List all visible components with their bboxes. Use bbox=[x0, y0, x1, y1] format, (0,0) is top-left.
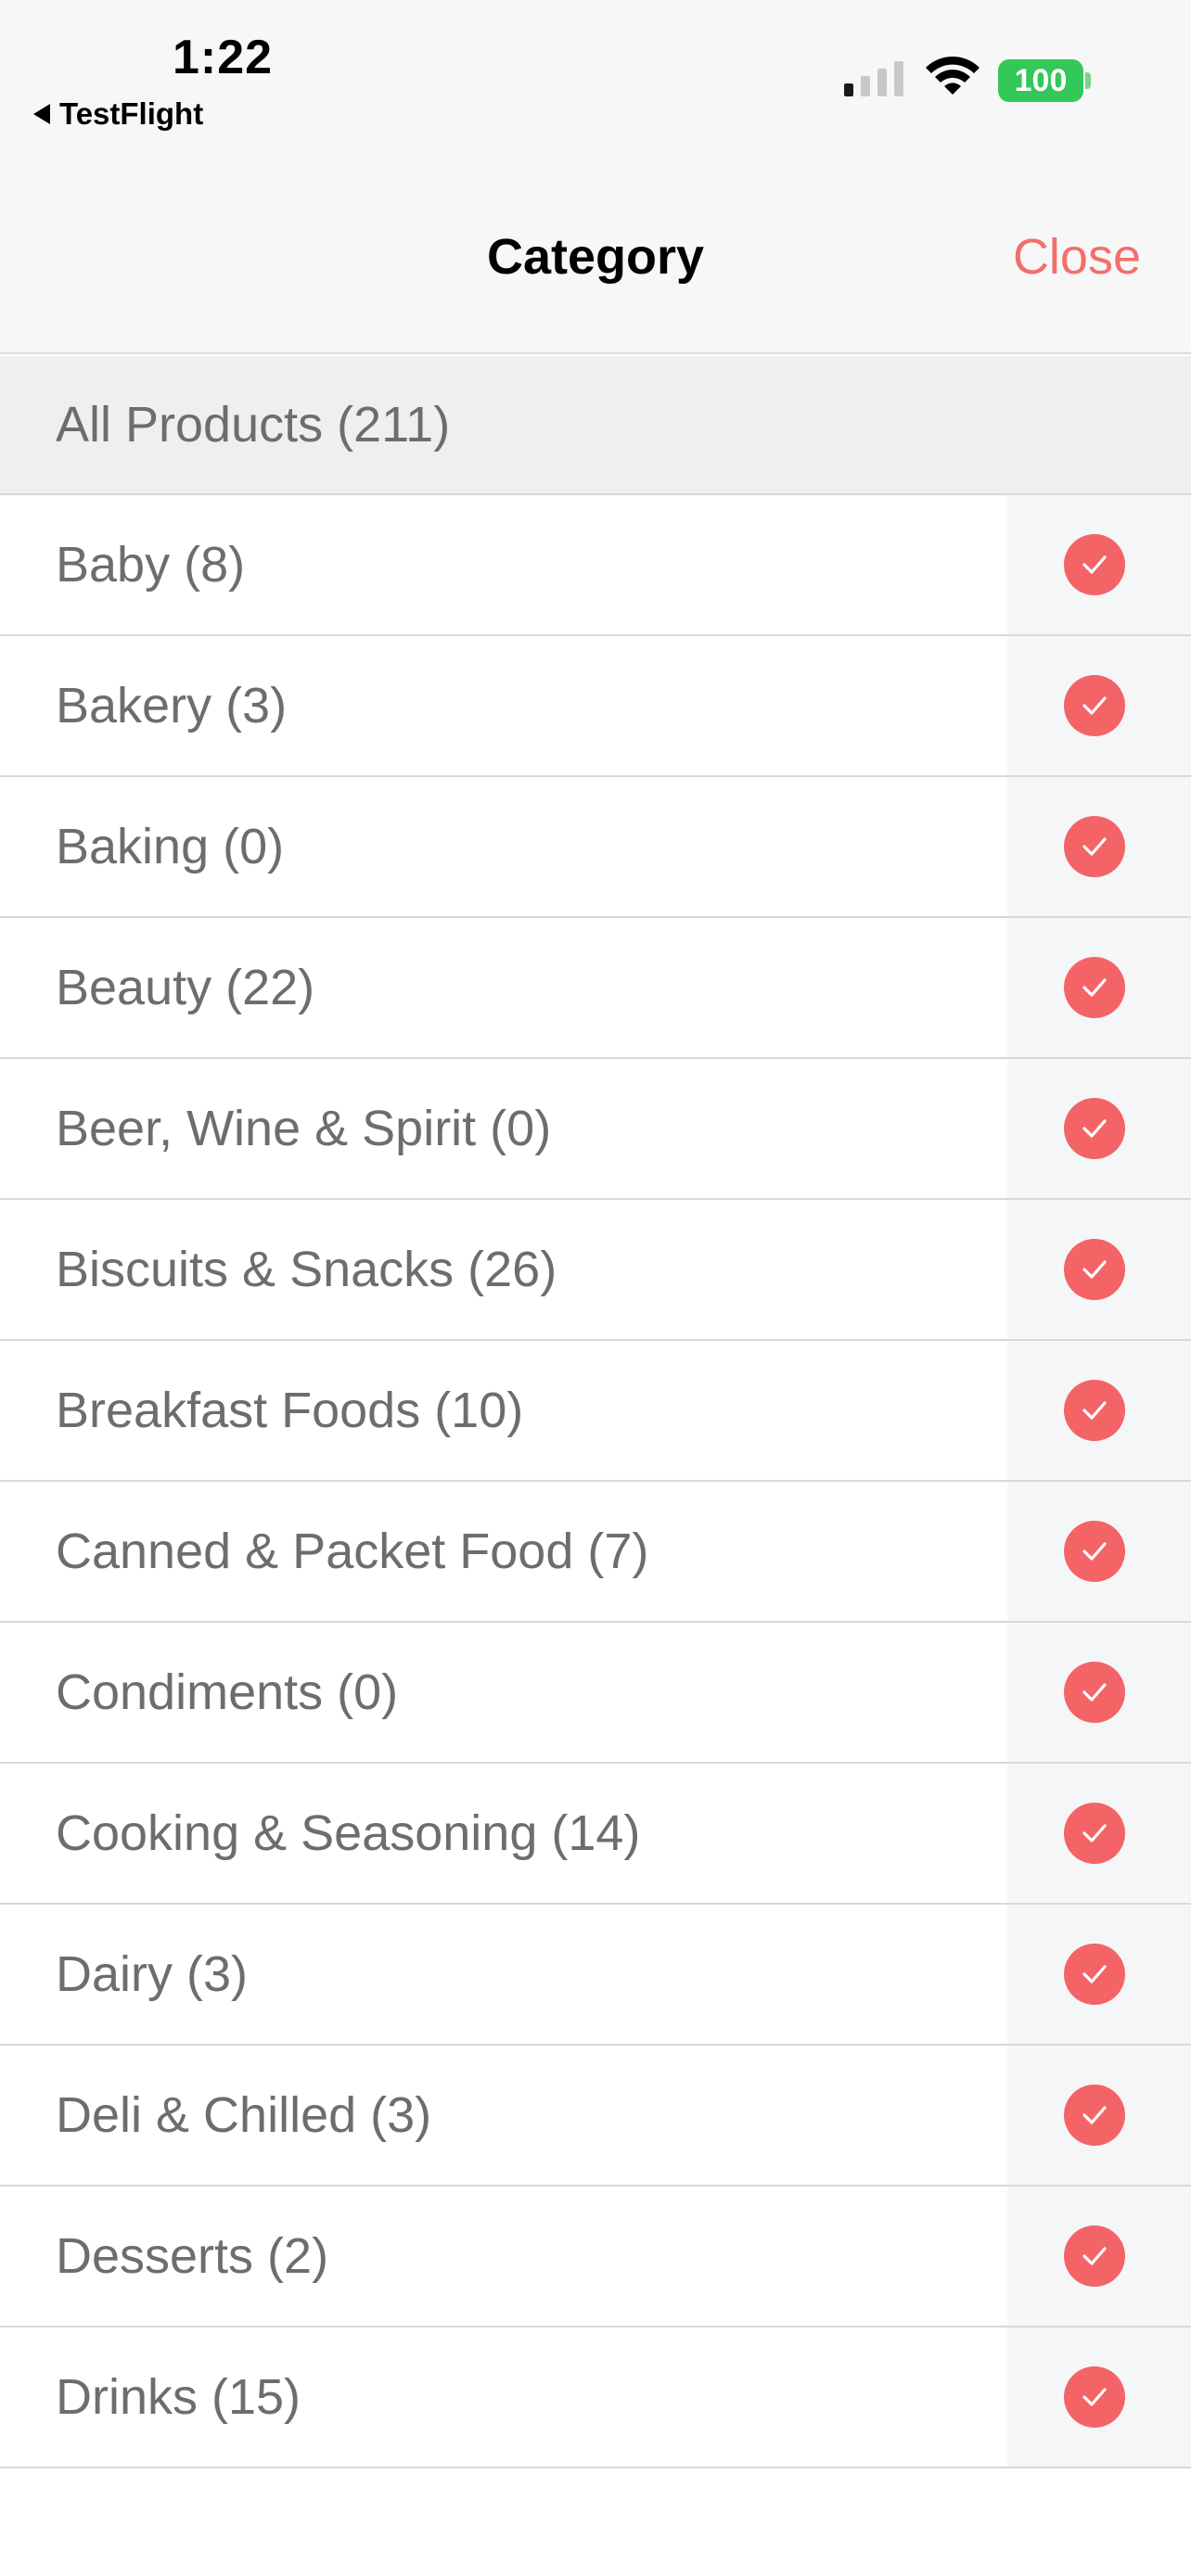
category-label: Breakfast Foods (10) bbox=[56, 1383, 524, 1438]
category-item[interactable]: Beauty (22) bbox=[0, 918, 1191, 1059]
category-item[interactable]: Bakery (3) bbox=[0, 636, 1191, 777]
checkmark-cell[interactable] bbox=[1007, 495, 1191, 634]
checkmark-cell[interactable] bbox=[1007, 1341, 1191, 1480]
category-label: Canned & Packet Food (7) bbox=[56, 1524, 649, 1579]
category-label: Dairy (3) bbox=[56, 1946, 249, 2002]
checkmark-cell[interactable] bbox=[1007, 777, 1191, 916]
category-item[interactable]: Deli & Chilled (3) bbox=[0, 2046, 1191, 2187]
category-item[interactable]: Canned & Packet Food (7) bbox=[0, 1482, 1191, 1623]
status-time: 1:22 bbox=[173, 31, 274, 84]
category-item[interactable]: Desserts (2) bbox=[0, 2187, 1191, 2327]
checkmark-icon[interactable] bbox=[1064, 1098, 1125, 1159]
battery-nub bbox=[1085, 72, 1091, 89]
category-item[interactable]: Breakfast Foods (10) bbox=[0, 1341, 1191, 1482]
all-products-item[interactable]: All Products (211) bbox=[0, 356, 1191, 495]
category-label: Drinks (15) bbox=[56, 2369, 301, 2425]
checkmark-icon[interactable] bbox=[1064, 2225, 1125, 2287]
category-item[interactable]: Baby (8) bbox=[0, 495, 1191, 636]
checkmark-icon[interactable] bbox=[1064, 675, 1125, 736]
cellular-signal-icon bbox=[844, 61, 903, 96]
category-label: Condiments (0) bbox=[56, 1664, 399, 1720]
checkmark-icon[interactable] bbox=[1064, 957, 1125, 1018]
checkmark-cell[interactable] bbox=[1007, 2327, 1191, 2467]
category-label: Baby (8) bbox=[56, 537, 246, 593]
category-item[interactable]: Cooking & Seasoning (14) bbox=[0, 1764, 1191, 1905]
checkmark-icon[interactable] bbox=[1064, 2085, 1125, 2146]
checkmark-cell[interactable] bbox=[1007, 918, 1191, 1057]
category-label: Beer, Wine & Spirit (0) bbox=[56, 1101, 552, 1156]
checkmark-icon[interactable] bbox=[1064, 816, 1125, 877]
category-item[interactable]: Dairy (3) bbox=[0, 1905, 1191, 2046]
category-item[interactable]: Baking (0) bbox=[0, 777, 1191, 918]
category-item[interactable]: Condiments (0) bbox=[0, 1623, 1191, 1764]
close-button[interactable]: Close bbox=[1013, 228, 1141, 286]
checkmark-cell[interactable] bbox=[1007, 636, 1191, 775]
checkmark-icon[interactable] bbox=[1064, 1944, 1125, 2005]
back-to-testflight[interactable]: TestFlight bbox=[33, 96, 203, 132]
checkmark-icon[interactable] bbox=[1064, 1803, 1125, 1864]
checkmark-icon[interactable] bbox=[1064, 1239, 1125, 1300]
checkmark-cell[interactable] bbox=[1007, 1482, 1191, 1621]
category-list: All Products (211) Baby (8) Bakery (3) Bak… bbox=[0, 356, 1191, 2468]
checkmark-icon[interactable] bbox=[1064, 1380, 1125, 1441]
battery-icon: 100 bbox=[998, 59, 1083, 102]
category-label: Biscuits & Snacks (26) bbox=[56, 1242, 557, 1297]
checkmark-cell[interactable] bbox=[1007, 1059, 1191, 1198]
checkmark-icon[interactable] bbox=[1064, 2366, 1125, 2428]
category-label: Baking (0) bbox=[56, 819, 285, 874]
category-label: Deli & Chilled (3) bbox=[56, 2087, 432, 2143]
category-label: Cooking & Seasoning (14) bbox=[56, 1805, 641, 1861]
checkmark-cell[interactable] bbox=[1007, 1764, 1191, 1903]
header: 1:22 TestFlight 100 Category Close bbox=[0, 0, 1191, 354]
category-item[interactable]: Beer, Wine & Spirit (0) bbox=[0, 1059, 1191, 1200]
category-label: Beauty (22) bbox=[56, 960, 315, 1015]
category-item[interactable]: Drinks (15) bbox=[0, 2327, 1191, 2468]
category-label: Bakery (3) bbox=[56, 678, 288, 733]
back-arrow-icon bbox=[33, 104, 50, 124]
checkmark-cell[interactable] bbox=[1007, 1905, 1191, 2044]
checkmark-cell[interactable] bbox=[1007, 2046, 1191, 2185]
category-item[interactable]: Biscuits & Snacks (26) bbox=[0, 1200, 1191, 1341]
checkmark-cell[interactable] bbox=[1007, 1623, 1191, 1762]
category-label: Desserts (2) bbox=[56, 2228, 329, 2284]
checkmark-cell[interactable] bbox=[1007, 2187, 1191, 2326]
battery-level: 100 bbox=[1014, 62, 1068, 98]
back-app-label: TestFlight bbox=[59, 96, 204, 131]
checkmark-cell[interactable] bbox=[1007, 1200, 1191, 1339]
checkmark-icon[interactable] bbox=[1064, 1521, 1125, 1582]
checkmark-icon[interactable] bbox=[1064, 1662, 1125, 1723]
checkmark-icon[interactable] bbox=[1064, 534, 1125, 595]
wifi-icon bbox=[926, 56, 980, 95]
